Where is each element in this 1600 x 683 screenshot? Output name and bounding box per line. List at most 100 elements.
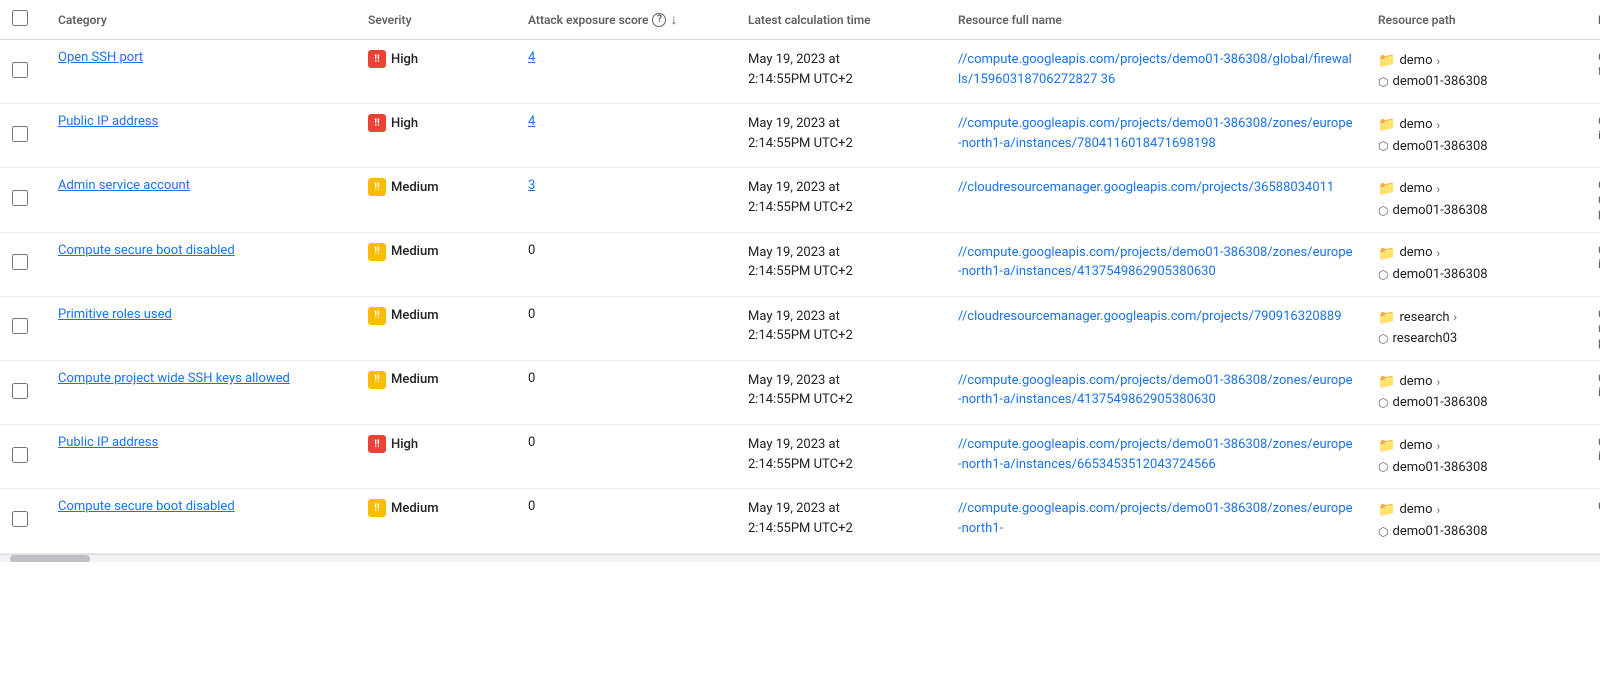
severity-label: Medium [391, 244, 439, 259]
folder-name: demo [1399, 179, 1432, 200]
category-link[interactable]: Open SSH port [58, 50, 143, 65]
time-line1: May 19, 2023 at [748, 52, 840, 67]
row-checkbox[interactable] [12, 511, 28, 527]
resource-full-name-link[interactable]: //compute.googleapis.com/projects/demo01… [958, 373, 1353, 408]
path-project-row: ⬡ demo01-386308 [1378, 201, 1574, 222]
folder-name: demo [1399, 372, 1432, 393]
severity-cell: !!Medium [356, 168, 516, 232]
row-checkbox[interactable] [12, 383, 28, 399]
resource-path-cell: 📁 demo › ⬡ demo01-386308 [1366, 360, 1586, 424]
resource-path-cell: 📁 demo › ⬡ demo01-386308 [1366, 489, 1586, 553]
row-checkbox[interactable] [12, 190, 28, 206]
time-cell: May 19, 2023 at2:14:55PM UTC+2 [736, 104, 946, 168]
folder-name: demo [1399, 115, 1432, 136]
resource-full-name-link[interactable]: //compute.googleapis.com/projects/demo01… [958, 501, 1353, 536]
table-row: Compute secure boot disabled!!Medium0May… [0, 489, 1600, 553]
severity-badge: !!High [368, 435, 418, 453]
select-all-header[interactable] [0, 0, 46, 40]
table-header-row: Category Severity Attack exposure score … [0, 0, 1600, 40]
severity-cell: !!High [356, 425, 516, 489]
project-name: demo01-386308 [1392, 265, 1487, 286]
attack-score-link[interactable]: 3 [528, 178, 535, 193]
category-link[interactable]: Compute secure boot disabled [58, 243, 235, 258]
severity-cell: !!High [356, 104, 516, 168]
path-folder-row: 📁 demo › [1378, 50, 1574, 72]
resource-full-name-link[interactable]: //compute.googleapis.com/projects/demo01… [958, 116, 1353, 151]
severity-badge: !!Medium [368, 243, 439, 261]
project-name: research03 [1392, 329, 1457, 350]
time-line1: May 19, 2023 at [748, 437, 840, 452]
resource-name-cell: //compute.googleapis.com/projects/demo01… [946, 104, 1366, 168]
path-folder-row: 📁 demo › [1378, 243, 1574, 265]
severity-badge: !!High [368, 114, 418, 132]
attack-score-cell: 0 [516, 489, 736, 553]
category-link[interactable]: Public IP address [58, 114, 158, 129]
category-link[interactable]: Admin service account [58, 178, 190, 193]
folder-icon: 📁 [1378, 371, 1395, 393]
path-project-row: ⬡ demo01-386308 [1378, 265, 1574, 286]
table-row: Primitive roles used!!Medium0May 19, 202… [0, 296, 1600, 360]
time-cell: May 19, 2023 at2:14:55PM UTC+2 [736, 360, 946, 424]
path-project-row: ⬡ demo01-386308 [1378, 393, 1574, 414]
table-row: Open SSH port!!High4May 19, 2023 at2:14:… [0, 40, 1600, 104]
row-checkbox[interactable] [12, 447, 28, 463]
severity-high-icon: !! [368, 114, 386, 132]
attack-score-link[interactable]: 4 [528, 114, 535, 129]
resource-full-name-link[interactable]: //cloudresourcemanager.googleapis.com/pr… [958, 180, 1334, 195]
severity-badge: !!Medium [368, 371, 439, 389]
path-folder-row: 📁 demo › [1378, 499, 1574, 521]
main-table-container: Category Severity Attack exposure score … [0, 0, 1600, 562]
category-link[interactable]: Compute secure boot disabled [58, 499, 235, 514]
resource-full-name-link[interactable]: //compute.googleapis.com/projects/demo01… [958, 245, 1353, 280]
resource-path-cell: 📁 demo › ⬡ demo01-386308 [1366, 104, 1586, 168]
path-folder-row: 📁 research › [1378, 307, 1574, 329]
category-cell: Compute project wide SSH keys allowed [46, 360, 356, 424]
help-icon[interactable]: ? [652, 13, 666, 27]
project-icon: ⬡ [1378, 458, 1388, 477]
severity-header: Severity [356, 0, 516, 40]
project-icon: ⬡ [1378, 523, 1388, 542]
resource-name-header: Resource full name [946, 0, 1366, 40]
row-checkbox-cell [0, 425, 46, 489]
path-project-row: ⬡ demo01-386308 [1378, 522, 1574, 543]
row-checkbox[interactable] [12, 62, 28, 78]
horizontal-scrollbar[interactable] [0, 554, 1600, 562]
chevron-right-icon: › [1436, 501, 1440, 520]
time-line2: 2:14:55PM UTC+2 [748, 392, 853, 407]
resource-full-name-link[interactable]: //compute.googleapis.com/projects/demo01… [958, 52, 1352, 87]
table-row: Public IP address !!High 4 May 19, 2023 at2… [0, 104, 1600, 168]
attack-score-cell: 0 [516, 425, 736, 489]
category-link[interactable]: Public IP address [58, 435, 158, 450]
re-cell: G... in... [1586, 232, 1600, 296]
folder-name: research [1399, 308, 1449, 329]
project-name: demo01-386308 [1392, 522, 1487, 543]
sort-down-icon[interactable]: ↓ [670, 11, 677, 28]
severity-cell: !!High [356, 40, 516, 104]
resource-full-name-link[interactable]: //compute.googleapis.com/projects/demo01… [958, 437, 1353, 472]
severity-medium-icon: !! [368, 371, 386, 389]
resource-path-header: Resource path [1366, 0, 1586, 40]
attack-score-header[interactable]: Attack exposure score ? ↓ [516, 0, 736, 40]
time-line2: 2:14:55PM UTC+2 [748, 328, 853, 343]
time-line1: May 19, 2023 at [748, 180, 840, 195]
severity-medium-icon: !! [368, 307, 386, 325]
category-link[interactable]: Primitive roles used [58, 307, 172, 322]
attack-score-cell: 4 [516, 40, 736, 104]
chevron-right-icon: › [1454, 308, 1458, 327]
time-line1: May 19, 2023 at [748, 501, 840, 516]
row-checkbox-cell [0, 104, 46, 168]
row-checkbox[interactable] [12, 254, 28, 270]
re-cell: G... fir... [1586, 40, 1600, 104]
resource-name-cell: //compute.googleapis.com/projects/demo01… [946, 232, 1366, 296]
attack-score-link[interactable]: 4 [528, 50, 535, 65]
time-cell: May 19, 2023 at 2:14:55PM UTC+2 [736, 489, 946, 553]
folder-icon: 📁 [1378, 307, 1395, 329]
row-checkbox[interactable] [12, 318, 28, 334]
select-all-checkbox[interactable] [12, 10, 28, 26]
chevron-right-icon: › [1436, 116, 1440, 135]
scrollbar-thumb[interactable] [10, 555, 90, 562]
row-checkbox[interactable] [12, 126, 28, 142]
category-link[interactable]: Compute project wide SSH keys allowed [58, 371, 290, 386]
resource-full-name-link[interactable]: //cloudresourcemanager.googleapis.com/pr… [958, 309, 1342, 324]
time-line2: 2:14:55PM UTC+2 [748, 521, 853, 536]
